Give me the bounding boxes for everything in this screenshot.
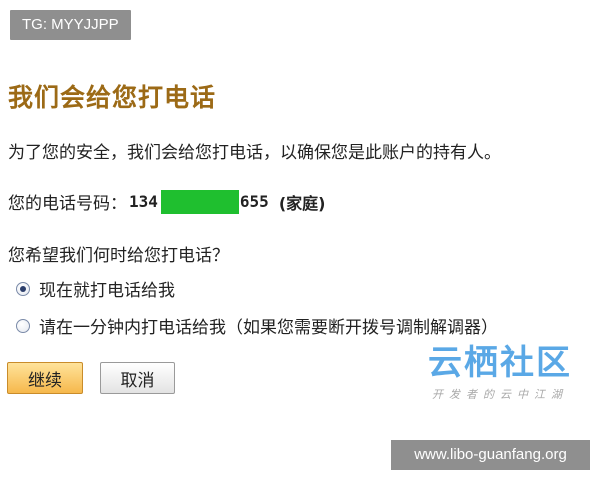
logo-main-text: 云栖社区 [428, 343, 572, 383]
phone-suffix: 655 [239, 192, 269, 211]
tg-watermark-label: TG: MYYJJPP [10, 10, 131, 40]
phone-label: 您的电话号码： [8, 194, 127, 214]
logo-sub-text: 开发者的云中江湖 [432, 388, 568, 401]
phone-redaction-block [160, 189, 239, 214]
phone-prefix: 134 [129, 192, 158, 211]
phone-number-row: 您的电话号码： 134 655 (家庭) [8, 189, 325, 214]
phone-type: (家庭) [278, 193, 326, 213]
option-call-now[interactable]: 现在就打电话给我 [16, 276, 175, 301]
yunqi-watermark-logo: 云栖社区 开发者的云中江湖 [420, 335, 580, 402]
continue-button[interactable]: 继续 [7, 362, 83, 394]
site-url-watermark: www.libo-guanfang.org [391, 440, 590, 470]
call-now-radio[interactable] [16, 281, 30, 296]
call-later-radio[interactable] [16, 318, 30, 333]
security-intro-text: 为了您的安全，我们会给您打电话，以确保您是此账户的持有人。 [8, 143, 501, 163]
page-title: 我们会给您打电话 [8, 83, 217, 112]
cancel-button[interactable]: 取消 [100, 362, 175, 394]
call-now-label: 现在就打电话给我 [39, 281, 175, 301]
call-time-question: 您希望我们何时给您打电话？ [8, 246, 229, 266]
